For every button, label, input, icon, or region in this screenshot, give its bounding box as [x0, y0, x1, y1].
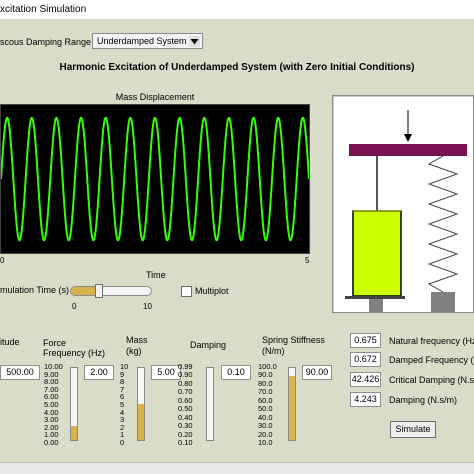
- critical-damping-value: 42.426: [350, 372, 381, 387]
- multiplot-label: Multiplot: [195, 286, 229, 296]
- spring-stiffness-fill: [289, 375, 295, 440]
- title-bar: xcitation Simulation: [0, 0, 474, 20]
- graph-title: Mass Displacement: [115, 92, 195, 102]
- scale-tick-label: 0.10: [178, 438, 193, 447]
- x-tick-label: 0: [0, 256, 5, 265]
- mass-input[interactable]: 5.00: [151, 365, 181, 380]
- damping-slider[interactable]: [206, 367, 214, 441]
- multiplot-checkbox[interactable]: [181, 286, 192, 297]
- force-frequency-label: Force Frequency (Hz): [43, 338, 106, 358]
- chevron-down-icon: [189, 36, 200, 47]
- amplitude-label: itude: [0, 337, 20, 347]
- graph-plot-area: [0, 104, 310, 254]
- sim-time-label: mulation Time (s): [0, 285, 70, 295]
- displacement-series-line: [0, 116, 310, 242]
- damped-frequency-label: Damped Frequency (Hz): [389, 355, 474, 365]
- status-strip: [0, 462, 474, 474]
- damping-range-label: scous Damping Range: [0, 37, 92, 47]
- sim-time-thumb[interactable]: [95, 284, 103, 298]
- mass-slider[interactable]: [137, 367, 145, 441]
- page-heading: Harmonic Excitation of Underdamped Syste…: [59, 62, 415, 73]
- scale-tick-label: 0.00: [44, 438, 59, 447]
- damping-output-label: Damping (N.s/m): [389, 395, 458, 405]
- spring-stiffness-input[interactable]: 90.00: [302, 365, 332, 380]
- natural-frequency-label: Natural frequency (Hz): [389, 336, 474, 346]
- force-frequency-fill: [71, 425, 77, 440]
- force-frequency-slider[interactable]: [70, 367, 78, 441]
- mass-label: Mass (kg): [126, 335, 148, 356]
- amplitude-input[interactable]: 500.00: [0, 365, 40, 380]
- damping-label: Damping: [190, 340, 227, 350]
- damping-range-value: Underdamped System: [97, 36, 187, 46]
- x-tick-label: 5: [305, 256, 310, 265]
- spring-stiffness-slider[interactable]: [288, 367, 296, 441]
- sim-time-max: 10: [143, 302, 152, 311]
- mass-spring-damper-drawing: [345, 110, 467, 312]
- force-frequency-input[interactable]: 2.00: [84, 365, 114, 380]
- spring-stiffness-label: Spring Stiffness (N/m): [262, 335, 325, 356]
- damping-range-select[interactable]: Underdamped System: [92, 33, 203, 49]
- window-title: xcitation Simulation: [0, 4, 87, 15]
- system-diagram: [332, 95, 474, 313]
- x-axis-label: Time: [146, 270, 166, 280]
- sim-time-min: 0: [72, 302, 77, 311]
- simulate-button[interactable]: Simulate: [390, 421, 436, 438]
- displacement-chart: [0, 116, 310, 242]
- damping-output-value: 4.243: [350, 392, 381, 407]
- sim-time-slider[interactable]: [70, 284, 152, 298]
- scale-tick-label: 0: [120, 438, 125, 447]
- damped-frequency-value: 0.672: [350, 352, 381, 367]
- mass-fill: [138, 404, 144, 440]
- natural-frequency-value: 0.675: [350, 333, 381, 348]
- critical-damping-label: Critical Damping (N.s/m): [389, 375, 474, 385]
- scale-tick-label: 10.0: [258, 438, 273, 447]
- damping-input[interactable]: 0.10: [221, 365, 251, 380]
